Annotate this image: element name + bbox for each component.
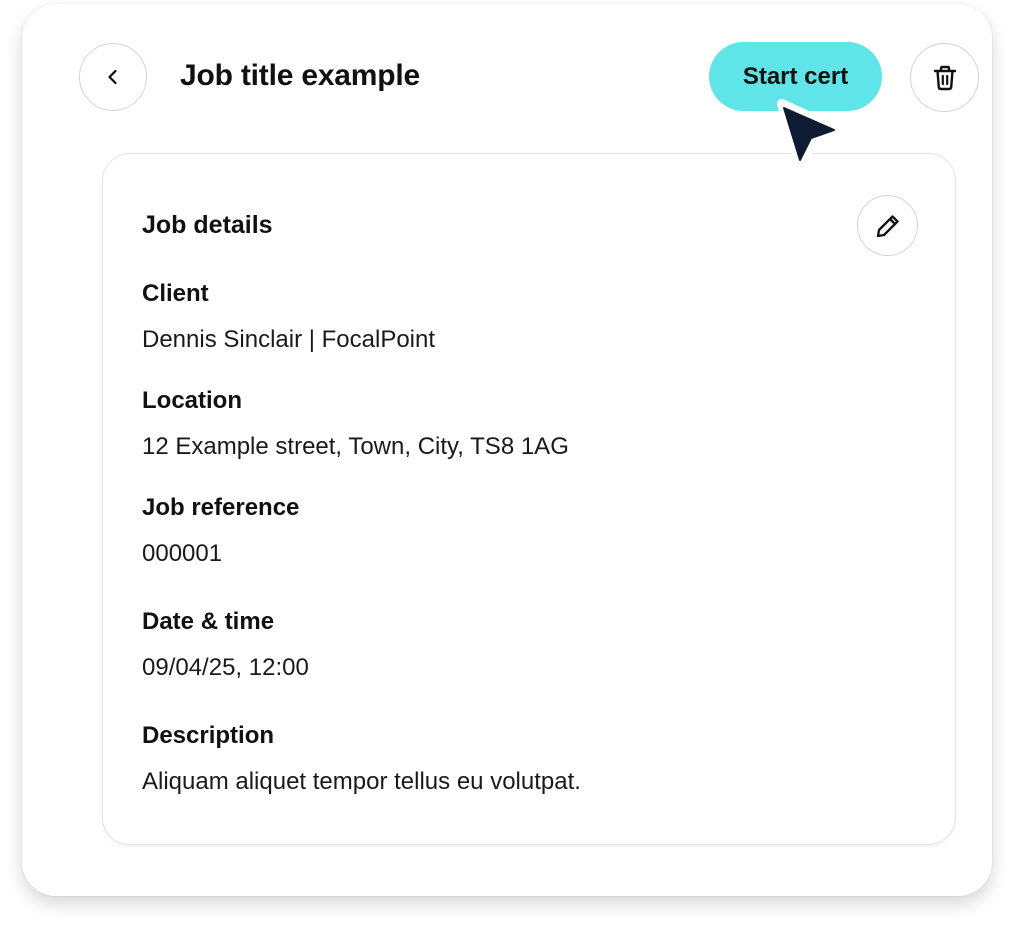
job-reference-label: Job reference (142, 494, 300, 521)
job-details-card: Job details Client Dennis Sinclair | Foc… (102, 153, 956, 845)
card-title: Job details (142, 211, 273, 239)
trash-icon (930, 63, 960, 93)
chevron-left-icon (103, 67, 123, 87)
edit-button[interactable] (857, 195, 918, 256)
back-button[interactable] (79, 43, 147, 111)
date-time-value: 09/04/25, 12:00 (142, 654, 309, 681)
location-value: 12 Example street, Town, City, TS8 1AG (142, 433, 569, 460)
client-label: Client (142, 280, 209, 307)
start-cert-button[interactable]: Start cert (709, 42, 882, 111)
date-time-label: Date & time (142, 608, 275, 635)
delete-button[interactable] (910, 43, 979, 112)
pencil-icon (873, 211, 903, 241)
page-title: Job title example (180, 59, 421, 92)
location-label: Location (142, 387, 242, 414)
job-panel: Job title example Start cert Job details… (22, 4, 992, 896)
description-value: Aliquam aliquet tempor tellus eu volutpa… (142, 768, 581, 795)
client-value: Dennis Sinclair | FocalPoint (142, 326, 436, 353)
description-label: Description (142, 722, 275, 749)
job-reference-value: 000001 (142, 540, 223, 567)
